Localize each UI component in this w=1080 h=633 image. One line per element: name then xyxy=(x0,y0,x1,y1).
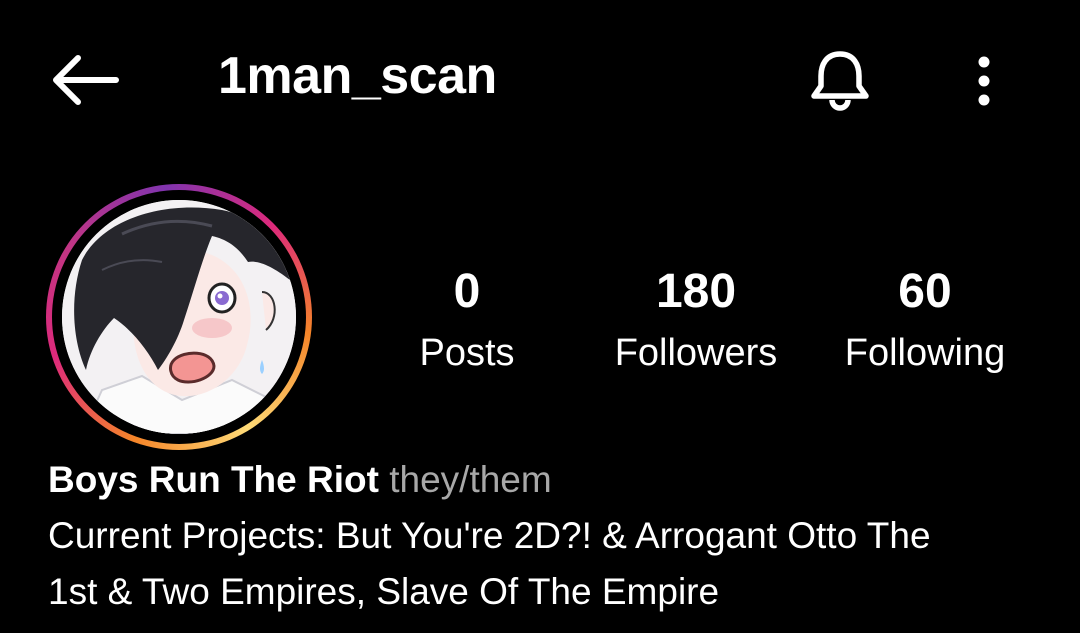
bell-icon xyxy=(811,51,869,111)
arrow-left-icon xyxy=(53,55,119,105)
following-count: 60 xyxy=(898,265,952,318)
bio-text-line-1: Current Projects: But You're 2D?! & Arro… xyxy=(48,515,931,556)
notifications-button[interactable] xyxy=(802,46,878,116)
avatar-story-ring[interactable] xyxy=(46,184,312,450)
avatar xyxy=(62,200,296,434)
bio-text-line-2: 1st & Two Empires, Slave Of The Empire xyxy=(48,571,720,612)
profile-username: 1man_scan xyxy=(218,47,497,105)
back-button[interactable] xyxy=(44,48,124,112)
profile-stats: 0 Posts 180 Followers 60 Following xyxy=(380,262,1060,392)
pronouns: they/them xyxy=(389,459,552,500)
top-bar: 1man_scan xyxy=(0,0,1080,160)
followers-label: Followers xyxy=(614,332,778,374)
posts-label: Posts xyxy=(419,332,515,374)
following-stat[interactable]: 60 Following xyxy=(815,262,1035,378)
followers-count: 180 xyxy=(655,265,737,318)
display-name: Boys Run The Riot xyxy=(48,459,379,500)
name-line: Boys Run The Riot they/them xyxy=(48,452,1058,508)
more-options-button[interactable] xyxy=(962,46,1006,116)
following-label: Following xyxy=(844,332,1006,374)
anime-boy-avatar-image xyxy=(62,200,296,434)
posts-count: 0 xyxy=(453,265,481,318)
profile-bio: Boys Run The Riot they/them Current Proj… xyxy=(48,452,1058,620)
more-vertical-icon xyxy=(978,56,990,106)
posts-stat[interactable]: 0 Posts xyxy=(357,262,577,378)
followers-stat[interactable]: 180 Followers xyxy=(586,262,806,378)
